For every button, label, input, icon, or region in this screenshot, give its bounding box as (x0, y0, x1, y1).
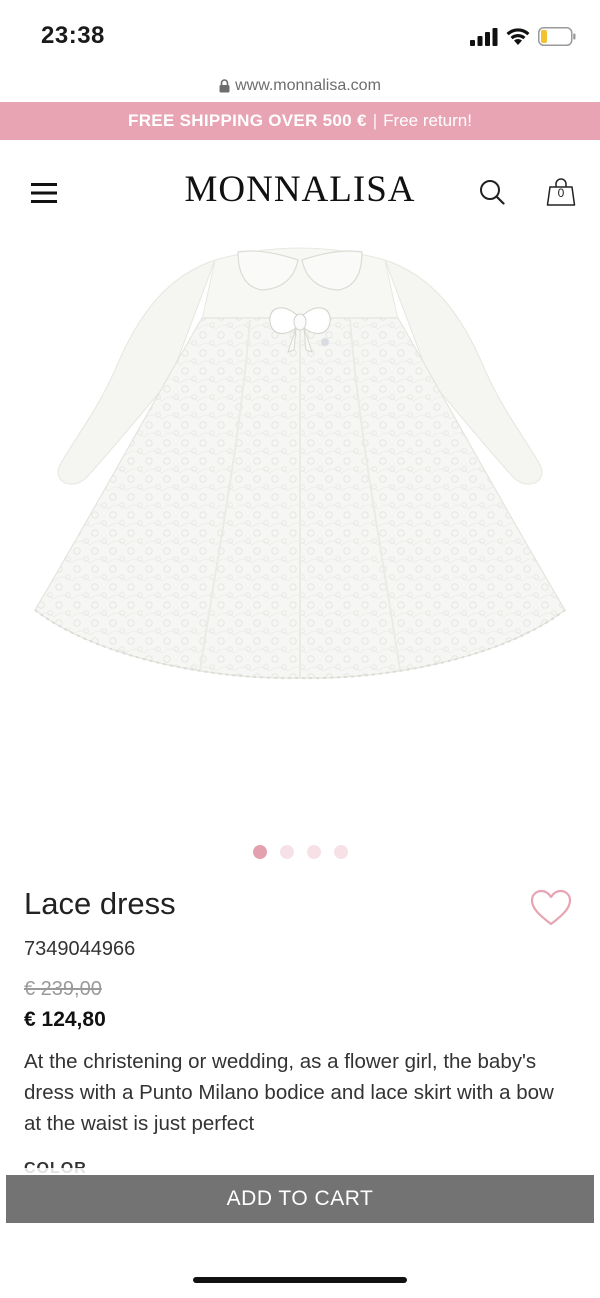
search-icon[interactable] (479, 179, 505, 205)
status-bar: 23:38 (0, 0, 600, 70)
image-carousel-dots (0, 845, 600, 859)
carousel-dot[interactable] (306, 845, 321, 859)
site-header: MONNALISA 0 (0, 140, 600, 240)
product-title: Lace dress (24, 886, 176, 921)
add-to-cart-button[interactable]: ADD TO CART (6, 1175, 594, 1223)
carousel-dot[interactable] (252, 845, 267, 859)
lock-icon (219, 79, 230, 93)
url-text: www.monnalisa.com (235, 77, 381, 94)
product-description: At the christening or wedding, as a flow… (24, 1050, 554, 1135)
wifi-icon (506, 28, 530, 45)
heart-icon[interactable] (529, 888, 573, 928)
promo-return-text: Free return! (383, 111, 472, 130)
sale-price: € 124,80 (24, 1008, 106, 1031)
brand-logo[interactable]: MONNALISA (0, 168, 600, 211)
product-image[interactable] (0, 240, 600, 830)
carousel-dot[interactable] (333, 845, 348, 859)
url-bar[interactable]: www.monnalisa.com (0, 74, 600, 98)
battery-icon (538, 27, 576, 46)
promo-separator: | (372, 111, 378, 130)
product-sku: 7349044966 (24, 938, 136, 960)
promo-banner[interactable]: FREE SHIPPING OVER 500 € | Free return! (0, 102, 600, 140)
carousel-dot[interactable] (279, 845, 294, 859)
home-indicator[interactable] (193, 1277, 407, 1283)
signal-icon (470, 28, 498, 46)
original-price: € 239,00 (24, 978, 102, 1000)
cart-count: 0 (557, 186, 565, 200)
status-time: 23:38 (41, 22, 105, 49)
promo-shipping-text: FREE SHIPPING OVER 500 € (128, 111, 367, 130)
